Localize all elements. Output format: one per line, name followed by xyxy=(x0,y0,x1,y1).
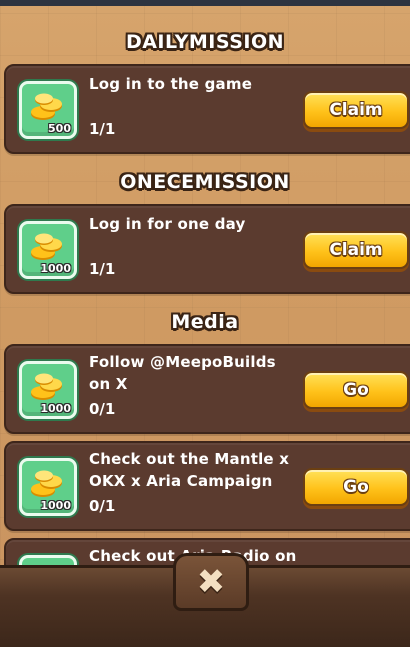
reward-tile: 1000 xyxy=(19,361,77,419)
close-button[interactable]: ✖ xyxy=(173,553,249,611)
reward-amount: 1000 xyxy=(40,402,71,415)
gold-coins-icon xyxy=(31,470,62,497)
go-button[interactable]: Go xyxy=(303,371,409,409)
mission-title: Follow @MeepoBuilds on X xyxy=(89,353,276,393)
close-icon[interactable]: ✖ xyxy=(176,556,246,608)
reward-tile: 1000 xyxy=(19,221,77,279)
mission-title: Log in for one day xyxy=(89,215,246,233)
mission-card-campaign: 1000 Check out the Mantle x OKX x Aria C… xyxy=(4,441,410,531)
mission-title: Log in to the game xyxy=(89,75,253,93)
reward-amount: 500 xyxy=(48,122,71,135)
reward-tile: 1000 xyxy=(19,458,77,516)
mission-card-follow-x: 1000 Follow @MeepoBuilds on X 0/1 Go xyxy=(4,344,410,434)
section-title-media: Media xyxy=(171,311,239,333)
gold-coins-icon xyxy=(31,233,62,260)
mission-progress: 1/1 xyxy=(89,120,116,138)
gold-coins-icon xyxy=(31,373,62,400)
mission-card-login-day: 1000 Log in for one day 1/1 Claim xyxy=(4,204,410,294)
section-title-daily: DAILYMISSION xyxy=(125,31,285,53)
section-title-once: ONECEMISSION xyxy=(120,171,290,193)
mission-progress: 0/1 xyxy=(89,497,116,515)
claim-button[interactable]: Claim xyxy=(303,91,409,129)
reward-amount: 1000 xyxy=(40,262,71,275)
claim-button[interactable]: Claim xyxy=(303,231,409,269)
mission-progress: 1/1 xyxy=(89,260,116,278)
top-status-bar xyxy=(0,0,410,6)
reward-tile: 500 xyxy=(19,81,77,139)
mission-progress: 0/1 xyxy=(89,400,116,418)
mission-title: Check out the Mantle x OKX x Aria Campai… xyxy=(89,450,290,490)
gold-coins-icon xyxy=(31,93,62,120)
mission-card-login-game: 500 Log in to the game 1/1 Claim xyxy=(4,64,410,154)
go-button[interactable]: Go xyxy=(303,468,409,506)
reward-amount: 1000 xyxy=(40,499,71,512)
